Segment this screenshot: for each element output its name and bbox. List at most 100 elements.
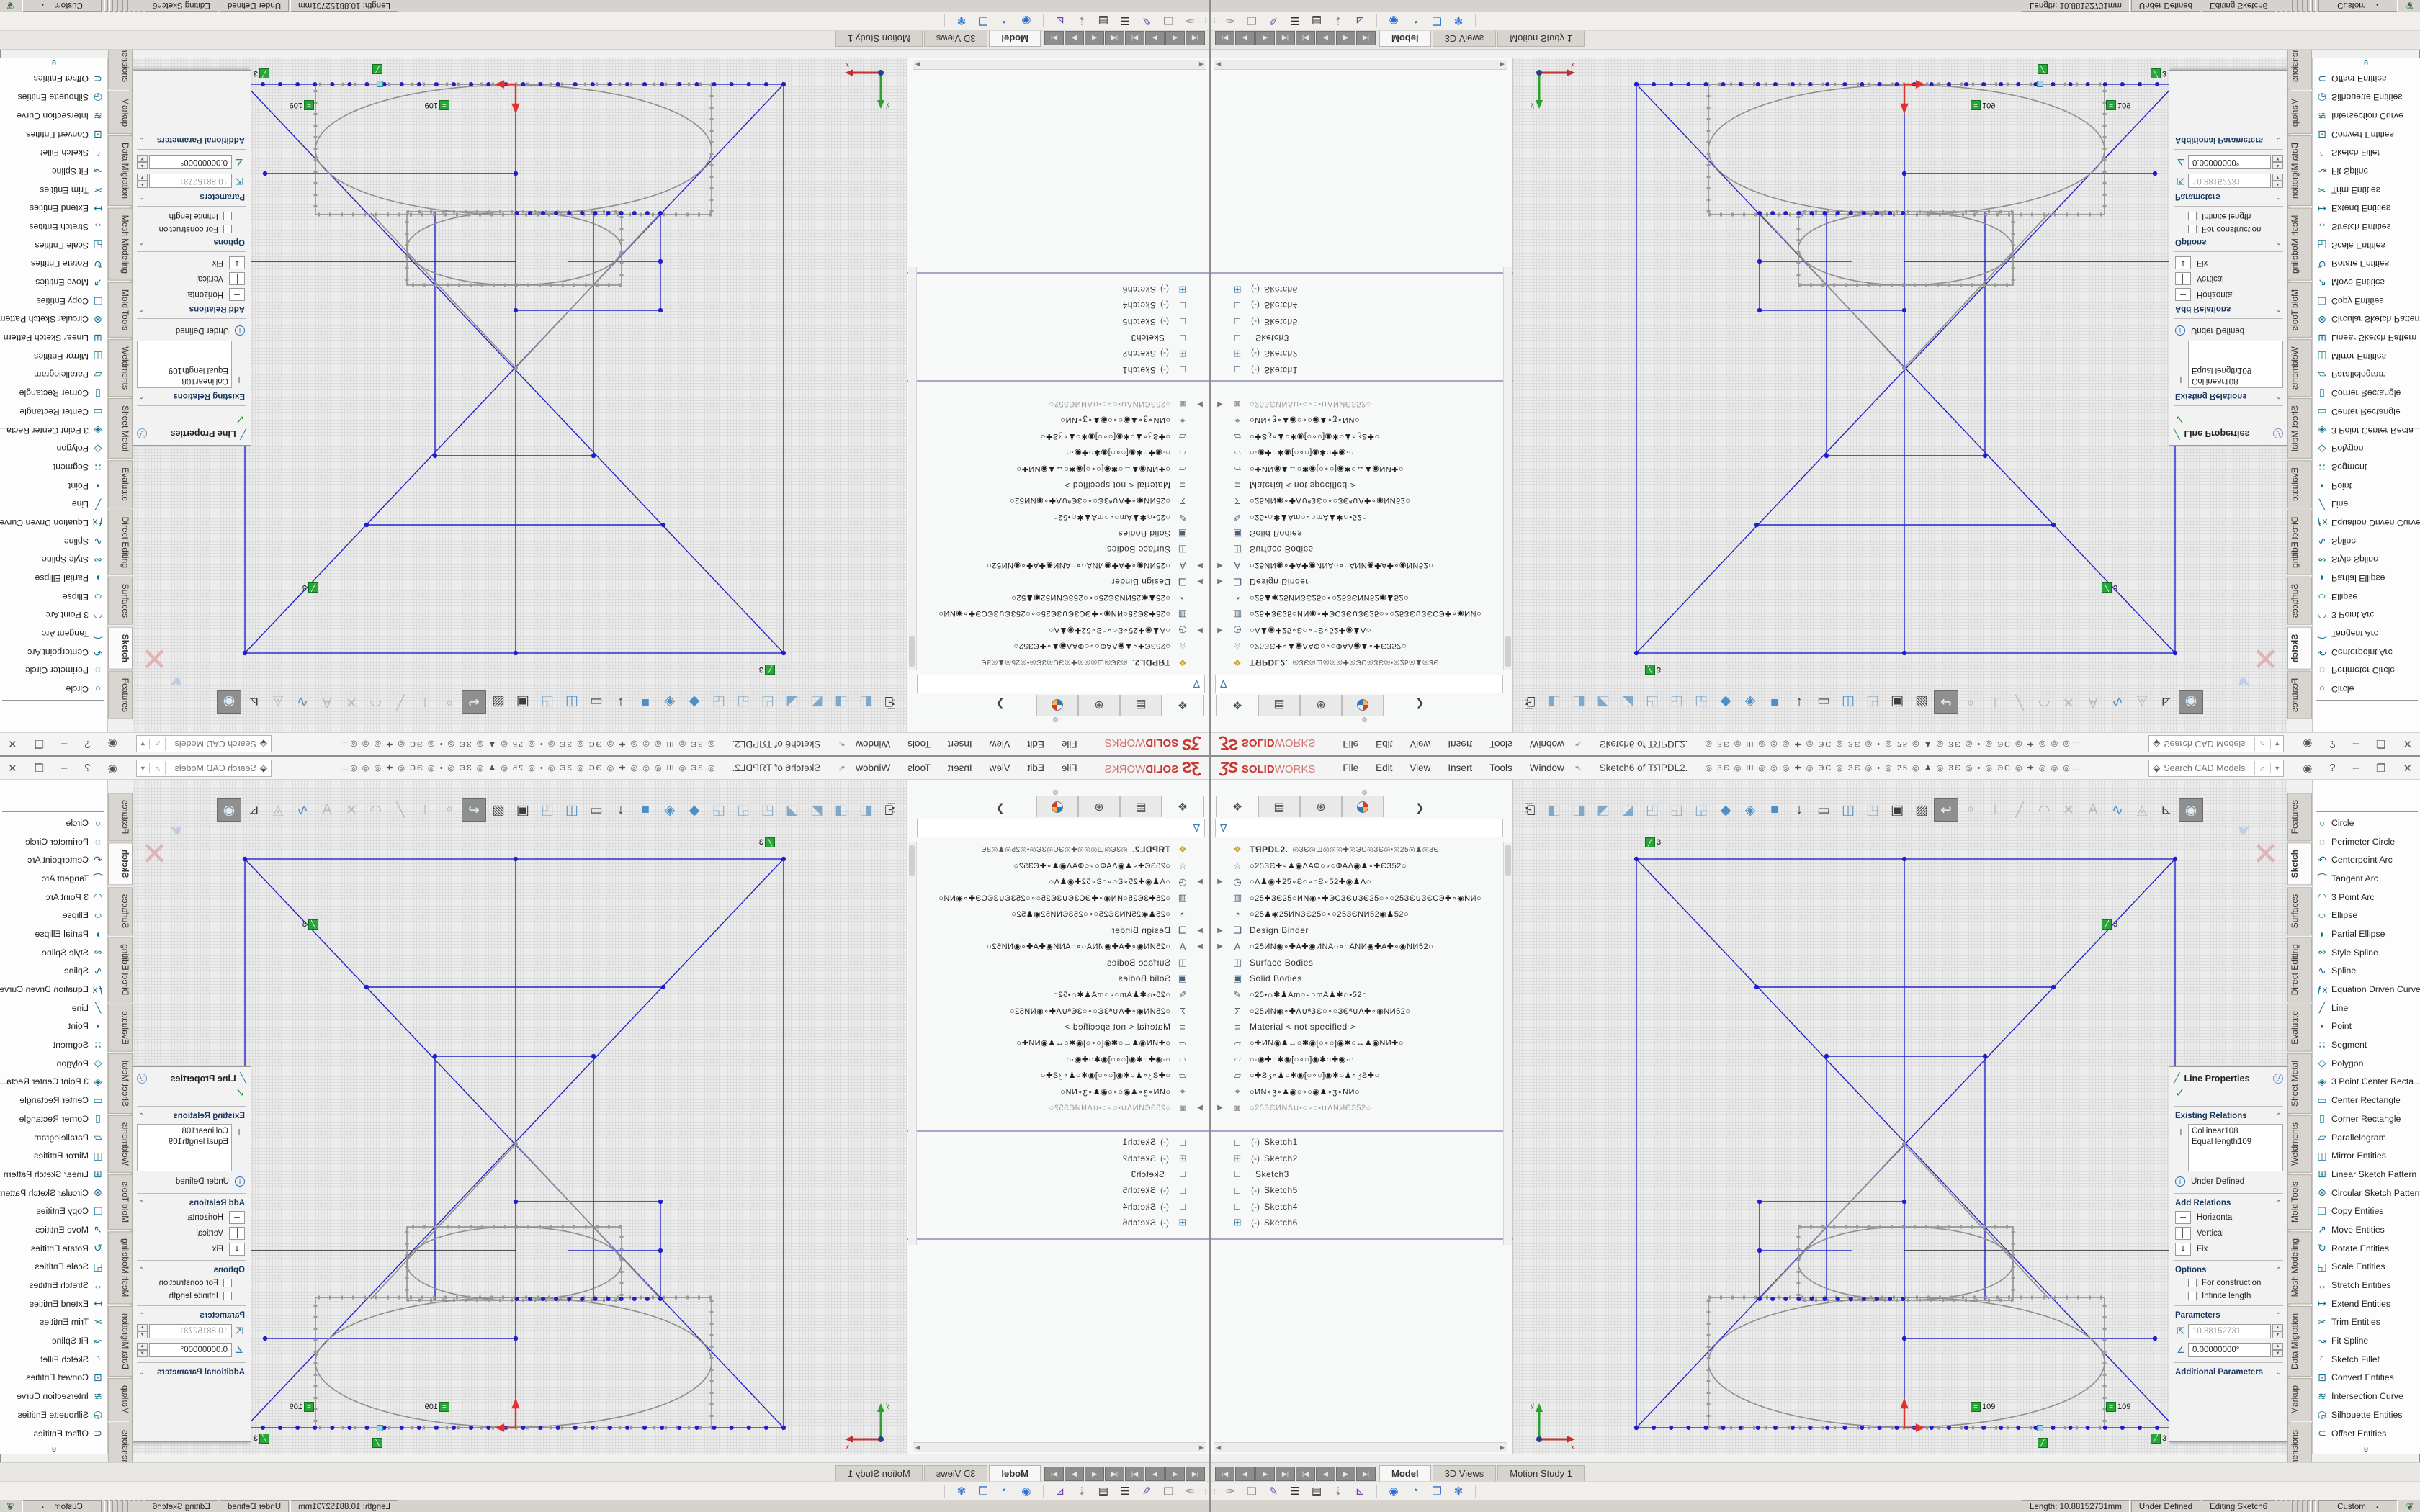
- bottom-toolbar-icon[interactable]: ⋮⋮: [1211, 1486, 1219, 1495]
- checkbox[interactable]: [2188, 225, 2197, 233]
- collapse-chevron[interactable]: ⌃: [138, 1112, 144, 1120]
- sketch-tool[interactable]: ◠ 3 Point Arc: [0, 888, 107, 906]
- toolbar-icon[interactable]: ◱: [731, 798, 756, 822]
- user-icon[interactable]: ◉: [2294, 737, 2321, 752]
- toolbar-icon[interactable]: ⊥: [1983, 690, 2007, 714]
- tree-splitter[interactable]: [907, 1238, 1209, 1240]
- tree-row[interactable]: ◔ ○25♟◉25ИΝЗЄ25○∘○25ЗЄΝИ52◉♟52○: [917, 906, 1209, 922]
- tree-splitter[interactable]: [1211, 1130, 1513, 1132]
- selected-sketch-point[interactable]: [2037, 1425, 2043, 1431]
- tree-splitter[interactable]: [907, 272, 1209, 274]
- search-icon[interactable]: ⌕: [2254, 761, 2270, 775]
- document-tab[interactable]: 3D Views: [1433, 1465, 1497, 1481]
- menu-item[interactable]: Insert: [1439, 736, 1481, 752]
- toolbar-icon[interactable]: ◉: [217, 798, 241, 822]
- toolbar-icon[interactable]: A: [315, 690, 339, 714]
- help-icon[interactable]: ?: [76, 760, 99, 775]
- sketch-tool[interactable]: ↻ Rotate Entities: [2313, 255, 2420, 274]
- command-tab[interactable]: Evaluate: [108, 1004, 133, 1052]
- tree-row[interactable]: ▶ ❏ Design Binder: [1211, 922, 1503, 938]
- sketch-tool[interactable]: ◇ Polygon: [0, 1054, 107, 1073]
- toolbar-icon[interactable]: A: [2081, 798, 2105, 822]
- command-tab[interactable]: Evaluate: [108, 460, 133, 508]
- tree-row[interactable]: ▱ ○✚Ƨʒ∘♟○✱◉[○∘○]◉✱○♟∘ʒƧ✚○: [1211, 1067, 1503, 1083]
- command-tab[interactable]: Markup: [108, 91, 133, 134]
- menu-item[interactable]: View: [981, 736, 1019, 752]
- option-row[interactable]: Infinite length: [133, 1290, 251, 1302]
- sketch-row[interactable]: ∟ (-) Sketch4: [917, 1199, 1209, 1215]
- propertymanager-tab[interactable]: ▤: [1258, 796, 1300, 817]
- sketch-tool[interactable]: ◜ Sketch Fillet: [0, 143, 107, 162]
- toolbar-icon[interactable]: ∿: [290, 798, 315, 822]
- bottom-toolbar-icon[interactable]: ❏: [1241, 15, 1263, 28]
- angle-field[interactable]: 0.00000000°: [2188, 155, 2271, 169]
- sketch-tool[interactable]: ∾ Style Spline: [0, 551, 107, 570]
- command-tab[interactable]: Data Migration: [2287, 135, 2312, 206]
- sketch-tool[interactable]: ∿ Spline: [0, 532, 107, 551]
- command-tab[interactable]: Weldments: [108, 1115, 133, 1173]
- tree-row[interactable]: ▱ ○✚Ƨʒ∘♟○✱◉[○∘○]◉✱○♟∘ʒƧ✚○: [1211, 428, 1503, 444]
- sketch-tool[interactable]: ↶ Centerpoint Arc: [0, 850, 107, 869]
- configurationmanager-tab[interactable]: ⊕: [1300, 695, 1342, 716]
- tree-row[interactable]: ☆ ○25ЗЄ✚∘♟◉ΛΑΦ○∘○ΦΑΛ◉♟∘✚ЄЗ52○: [917, 858, 1209, 873]
- toolbar-icon[interactable]: ↓: [609, 798, 633, 822]
- bottom-toolbar-icon[interactable]: ❐: [1426, 15, 1448, 28]
- toolbar-icon[interactable]: ◬: [2130, 798, 2154, 822]
- menu-item[interactable]: Tools: [1481, 736, 1521, 752]
- sketch-tool[interactable]: ▪ Point: [2313, 477, 2420, 495]
- sketch-tool[interactable]: ▱ Parallelogram: [0, 1128, 107, 1147]
- sketch-row[interactable]: ⊞ (-) Sketch2: [917, 1150, 1209, 1166]
- option-row[interactable]: For construction: [133, 1277, 251, 1290]
- sketch-tool[interactable]: ⊞ Linear Sketch Pattern: [2313, 328, 2420, 347]
- sketch-tool[interactable]: ƒx Equation Driven Curve: [2313, 513, 2420, 532]
- tree-row[interactable]: ▶ ❏ Design Binder: [1211, 574, 1503, 590]
- sketch-row[interactable]: ∟ (-) Sketch1: [917, 1134, 1209, 1150]
- sketch-row[interactable]: ⊞ (-) Sketch6: [917, 282, 1209, 297]
- collinear-relation-badge[interactable]: ╱3: [759, 665, 775, 675]
- bottom-toolbar-icon[interactable]: ✾: [1448, 1485, 1469, 1498]
- confirm-cancel-icon[interactable]: ✕: [2252, 836, 2279, 873]
- bottom-toolbar-icon[interactable]: ▤: [1093, 1485, 1114, 1498]
- toolbar-icon[interactable]: ▨: [486, 798, 511, 822]
- bottom-toolbar-icon[interactable]: ✑: [1219, 15, 1241, 28]
- toolbar-icon[interactable]: A: [315, 798, 339, 822]
- sketch-tool[interactable]: ○ Ellipse: [2313, 588, 2420, 606]
- toolbar-icon[interactable]: ◆: [682, 690, 707, 714]
- collinear-relation-badge[interactable]: ╱3: [302, 919, 318, 930]
- sketch-row[interactable]: ∟ (-) Sketch5: [1211, 1182, 1503, 1198]
- collapse-chevron[interactable]: ⌃: [2276, 1112, 2282, 1120]
- configurationmanager-tab[interactable]: ⊕: [1300, 796, 1342, 817]
- bottom-toolbar-icon[interactable]: ◉: [1016, 1485, 1037, 1498]
- collinear-relation-badge[interactable]: ╱3: [2102, 582, 2118, 593]
- bottom-toolbar-icon[interactable]: ▤: [1306, 15, 1327, 28]
- command-tab[interactable]: Direct Editing: [2287, 510, 2312, 575]
- sketch-tool[interactable]: ▭ Center Rectangle: [2313, 402, 2420, 421]
- toolbar-icon[interactable]: ◆: [1713, 690, 1738, 714]
- toolbar-icon[interactable]: ◱: [1664, 690, 1689, 714]
- tree-vertical-scrollbar[interactable]: [908, 842, 917, 1245]
- sketch-row[interactable]: ∟ (-) Sketch4: [1211, 297, 1503, 313]
- toolbar-icon[interactable]: ■: [1762, 798, 1787, 822]
- toolbar-icon[interactable]: ╱: [388, 690, 413, 714]
- vcr-button[interactable]: ◀: [1085, 1467, 1104, 1481]
- tree-root-row[interactable]: ❖ TЯPDL2. ◎ЗЄ◎Ш◎◎◎✚◎ЭС◎ЗЄ◎•◎25◎♟◎ЗЄ: [1211, 654, 1503, 670]
- toolbar-icon[interactable]: ⌖: [1958, 690, 1983, 714]
- toolbar-icon[interactable]: ◲: [1689, 798, 1713, 822]
- bottom-toolbar-icon[interactable]: ⋮⋮: [1201, 17, 1209, 26]
- bottom-toolbar-icon[interactable]: ⇣: [1327, 1485, 1349, 1498]
- featuremanager-tab[interactable]: ❖: [1162, 695, 1204, 716]
- sketch-tool[interactable]: ▭ Center Rectangle: [0, 1091, 107, 1110]
- tree-row[interactable]: ▱ ○✚ИΝ◉♟↔○✱◉[○∘○]◉✱○↔♟◉ΝИ✚○: [1211, 1035, 1503, 1051]
- sketch-tool[interactable]: ↝ Fit Spline: [0, 1331, 107, 1350]
- tree-row[interactable]: ▶ A ○25ИΝ◉∘✚Α✚◉ИΝΑ○∘○ΑΝИ◉✚Α✚∘◉ΝИ52○: [1211, 938, 1503, 954]
- document-tab[interactable]: Motion Study 1: [1497, 31, 1585, 47]
- relations-listbox[interactable]: Collinear108Equal length109: [137, 341, 232, 388]
- vcr-button[interactable]: ▶: [1336, 1467, 1355, 1481]
- tree-row[interactable]: ▣ Solid Bodies: [917, 525, 1209, 541]
- sketch-row[interactable]: ∟ (-) Sketch4: [1211, 1199, 1503, 1215]
- length-field[interactable]: 10.88152731: [149, 1324, 232, 1338]
- tree-row[interactable]: ▱ ○·◉✚○✱◉[○∘○]◉✱○✚◉·○: [917, 445, 1209, 461]
- vcr-button[interactable]: |◀: [1215, 1467, 1234, 1481]
- bottom-toolbar-icon[interactable]: ▤: [1306, 1485, 1327, 1498]
- add-relation-row[interactable]: ─ Horizontal: [2169, 1210, 2287, 1225]
